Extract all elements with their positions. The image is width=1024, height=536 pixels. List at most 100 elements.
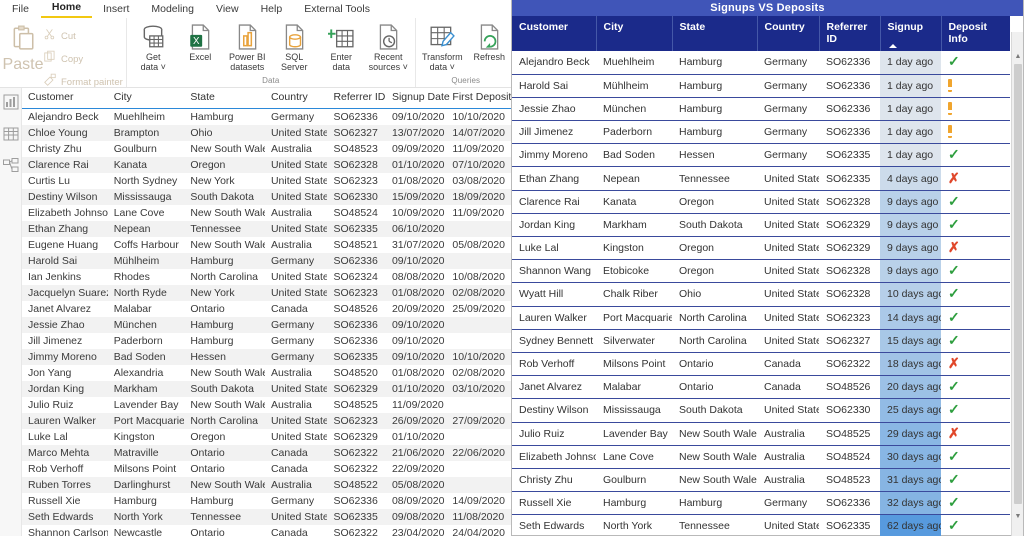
cut-button[interactable]: Cut (43, 27, 123, 46)
table-row[interactable]: Jimmy Moreno Bad Soden Hessen Germany SO6233… (22, 349, 512, 365)
table-row[interactable]: Jimmy Moreno Bad Soden Hessen Germany SO6233… (512, 143, 1010, 168)
recent-sources-button[interactable]: Recent sources ˅ (365, 22, 412, 72)
paste-button[interactable]: Paste (3, 22, 43, 74)
visual-column-header[interactable]: State (672, 16, 758, 51)
copy-button[interactable]: Copy (43, 50, 123, 69)
model-relationships-icon[interactable] (2, 158, 19, 174)
table-row[interactable]: Jill Jimenez Paderborn Hamburg Germany SO623… (22, 333, 512, 349)
left-column-header[interactable]: Customer (22, 88, 108, 109)
transform-data-button[interactable]: Transform data ˅ (419, 22, 466, 72)
table-row[interactable]: Destiny Wilson Mississauga South Dakota Uni… (22, 189, 512, 205)
table-row[interactable]: Eugene Huang Coffs Harbour New South Wales… (22, 237, 512, 253)
table-cell: SO62329 (327, 381, 386, 397)
table-row[interactable]: Ethan ZhangNepeanTennesseeUnited StatesS… (512, 166, 1010, 191)
table-row[interactable]: Clarence RaiKanataOregonUnited StatesSO6… (22, 157, 512, 173)
visual-column-header[interactable]: Deposit Info (941, 16, 1010, 51)
table-row[interactable]: Elizabeth JohnsonLane CoveNew South Wale… (22, 205, 512, 221)
table-row[interactable]: Rob Verhoff Milsons Point Ontario Canada SO6… (22, 461, 512, 477)
table-row[interactable]: Seth Edwards North York Tennessee United St… (22, 509, 512, 525)
table-row[interactable]: Jill Jimenez Paderborn Hamburg Germany SO623… (512, 120, 1010, 145)
table-row[interactable]: Marco Mehta Matraville Ontario Canada SO6232… (22, 445, 512, 461)
table-row[interactable]: Curtis Lu North Sydney New York United Stat… (22, 173, 512, 189)
table-cell: United States (264, 509, 328, 525)
visual-scrollbar[interactable]: ▲ ▼ (1011, 32, 1023, 536)
right-table-header-row[interactable]: Customer City State Country Referrer ID Signu… (512, 16, 1010, 51)
visual-column-header[interactable]: Referrer ID (819, 16, 881, 51)
table-row[interactable]: Harold Sai Mühlheim Hamburg Germany SO62336 0… (22, 253, 512, 269)
table-row[interactable]: Jessie Zhao München Hamburg Germany SO62336 0… (22, 317, 512, 333)
left-column-header[interactable]: Country (264, 88, 328, 109)
table-row[interactable]: Rob Verhoff Milsons Point Ontario Canada SO6… (512, 352, 1010, 377)
table-row[interactable]: Jon Yang Alexandria New South Wales Austral… (22, 365, 512, 381)
visual-column-header[interactable]: Customer (512, 16, 597, 51)
table-row[interactable]: Jordan King Markham South Dakota United Sta… (512, 213, 1010, 238)
visual-column-header[interactable]: Country (757, 16, 820, 51)
table-row[interactable]: Janet Alvarez Malabar Ontario Canada SO48526… (22, 301, 512, 317)
table-row[interactable]: Ian Jenkins Rhodes North Carolina United St… (22, 269, 512, 285)
table-row[interactable]: Shannon WangEtobicokeOregonUnited States… (512, 259, 1010, 284)
table-cell: 20/09/2020 (391, 303, 445, 315)
cell-state: Tennessee (672, 166, 757, 191)
table-row[interactable]: Harold Sai Mühlheim Hamburg Germany SO62336 1… (512, 74, 1010, 98)
get-data-button[interactable]: Get data ˅ (130, 22, 177, 72)
table-row[interactable]: Seth Edwards North York Tennessee United St… (512, 514, 1010, 536)
table-row[interactable]: Jessie Zhao München Hamburg Germany SO62336 1… (512, 97, 1010, 122)
table-row[interactable]: Elizabeth JohnsonLane CoveNew South Wale… (512, 445, 1010, 469)
cell-signup: 31 days ago (880, 468, 941, 493)
table-row[interactable]: Clarence RaiKanataOregonUnited StatesSO6… (512, 190, 1010, 214)
cell-country: Germany (757, 97, 819, 122)
scrollbar-thumb[interactable] (1014, 64, 1022, 504)
scroll-up-arrow[interactable]: ▲ (1012, 50, 1023, 62)
table-row[interactable]: Jordan King Markham South Dakota United Sta… (22, 381, 512, 397)
table-row[interactable]: Luke LalKingstonOregonUnited StatesSO623… (512, 236, 1010, 261)
refresh-button[interactable]: Refresh (466, 22, 513, 62)
left-column-header[interactable]: City (107, 88, 185, 109)
report-view-icon[interactable] (3, 94, 19, 110)
sql-server-button[interactable]: SQL Server (271, 22, 318, 72)
table-row[interactable]: Lauren Walker Port Macquarie North Carolin… (22, 413, 512, 429)
table-row[interactable]: Luke LalKingstonOregonUnited StatesSO623… (22, 429, 512, 445)
powerbi-datasets-button[interactable]: Power BI datasets (224, 22, 271, 72)
excel-button[interactable]: X Excel (177, 22, 224, 62)
table-row[interactable]: Russell Xie Hamburg Hamburg Germany SO62336 0… (22, 493, 512, 509)
table-row[interactable]: Alejandro Beck Muehlheim Hamburg Germany SO6… (22, 109, 512, 126)
left-column-header[interactable]: Referrer ID (327, 88, 386, 109)
table-row[interactable]: Ethan ZhangNepeanTennesseeUnited StatesS… (22, 221, 512, 237)
ribbon-tab-home[interactable]: Home (40, 0, 93, 18)
table-row[interactable]: Ruben TorresDarlinghurstNew South WalesA… (22, 477, 512, 493)
table-row[interactable]: Janet Alvarez Malabar Ontario Canada SO48526… (512, 375, 1010, 400)
ribbon-tab-help[interactable]: Help (250, 2, 294, 18)
signups-vs-deposits-visual[interactable]: Signups VS Deposits Customer City State Cou… (511, 0, 1024, 536)
table-row[interactable]: Shannon Carlson Newcastle Ontario Canada SO6… (22, 525, 512, 536)
ribbon-tab-view[interactable]: View (205, 2, 250, 18)
table-row[interactable]: Alejandro Beck Muehlheim Hamburg Germany SO6… (512, 51, 1010, 75)
cell-signup: 10 days ago (880, 282, 941, 307)
table-row[interactable]: Sydney Bennett Silverwater North Carolina U… (512, 329, 1010, 353)
table-row[interactable]: Julio RuizLavender BayNew South WalesAus… (512, 422, 1010, 446)
table-cell: Germany (264, 349, 328, 365)
ribbon-tab-external-tools[interactable]: External Tools (293, 2, 381, 18)
table-row[interactable]: Russell Xie Hamburg Hamburg Germany SO62336 3… (512, 491, 1010, 516)
left-column-header[interactable]: First Deposit (446, 88, 512, 109)
ribbon-tab-insert[interactable]: Insert (92, 2, 140, 18)
ribbon-tab-file[interactable]: File (4, 2, 41, 18)
left-column-header[interactable]: Signup Date (385, 88, 450, 109)
enter-data-button[interactable]: Enter data (318, 22, 365, 72)
visual-grid[interactable]: Customer City State Country Referrer ID Signu… (512, 16, 1023, 536)
visual-column-header[interactable]: Signup (880, 16, 942, 51)
table-row[interactable]: Chloe YoungBramptonOhioUnited StatesSO62… (22, 125, 512, 141)
cell-customer: Alejandro Beck (512, 51, 596, 75)
table-row[interactable]: Julio RuizLavender BayNew South WalesAus… (22, 397, 512, 413)
table-row[interactable]: Lauren Walker Port Macquarie North Carolin… (512, 306, 1010, 330)
data-table-icon[interactable] (3, 126, 19, 142)
visual-column-header[interactable]: City (596, 16, 673, 51)
scroll-down-arrow[interactable]: ▼ (1012, 510, 1023, 522)
left-column-header[interactable]: State (184, 88, 265, 109)
table-row[interactable]: Christy ZhuGoulburnNew South WalesAustra… (22, 141, 512, 157)
ribbon-tab-modeling[interactable]: Modeling (140, 2, 205, 18)
table-row[interactable]: Wyatt HillChalk RiberOhioUnited StatesSO… (512, 282, 1010, 307)
table-cell: Tennessee (184, 509, 265, 525)
table-row[interactable]: Jacquelyn Suarez North Ryde New York United… (22, 285, 512, 301)
table-row[interactable]: Destiny Wilson Mississauga South Dakota Uni… (512, 398, 1010, 423)
table-row[interactable]: Christy ZhuGoulburnNew South WalesAustra… (512, 468, 1010, 493)
